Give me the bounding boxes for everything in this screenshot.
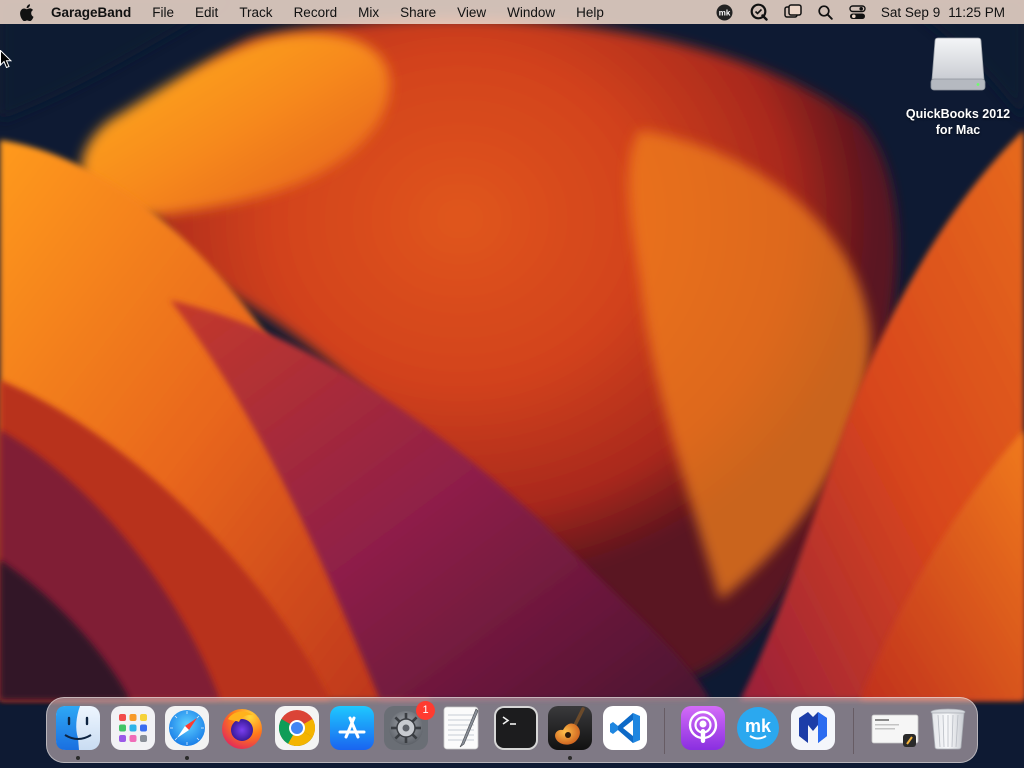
garageband-icon <box>548 706 592 750</box>
menu-window[interactable]: Window <box>507 5 555 20</box>
running-indicator <box>185 756 189 760</box>
finder-icon <box>56 706 100 750</box>
textedit-icon <box>443 706 479 750</box>
dock-item-textedit[interactable] <box>438 705 484 751</box>
desktop-wallpaper <box>0 0 1024 768</box>
dock-item-firefox[interactable] <box>219 705 265 751</box>
app-name-menu[interactable]: GarageBand <box>51 5 131 20</box>
menu-help[interactable]: Help <box>576 5 604 20</box>
dock-item-finder[interactable] <box>55 705 101 751</box>
dock-item-trash[interactable] <box>925 705 971 751</box>
svg-text:mk: mk <box>719 8 731 17</box>
dock-item-safari[interactable] <box>164 705 210 751</box>
menu-track[interactable]: Track <box>239 5 272 20</box>
mk-icon: mk <box>737 707 779 749</box>
desktop-item-label-line1: QuickBooks 2012 <box>905 107 1011 121</box>
app-store-icon <box>330 706 374 750</box>
desktop-item-label-line2: for Mac <box>935 123 981 137</box>
menu-file[interactable]: File <box>152 5 174 20</box>
menu-view[interactable]: View <box>457 5 486 20</box>
screen-mirroring-icon[interactable] <box>783 0 803 24</box>
dock: 1 mk <box>46 697 978 763</box>
firefox-icon <box>222 709 262 749</box>
dock-item-terminal[interactable] <box>493 705 539 751</box>
dock-item-system-settings[interactable]: 1 <box>383 701 435 751</box>
vscode-icon <box>603 706 647 750</box>
dock-separator <box>853 708 854 754</box>
external-disk-icon[interactable] <box>928 34 988 94</box>
dock-item-podcasts[interactable] <box>680 705 726 751</box>
dock-item-garageband[interactable] <box>547 705 593 751</box>
downloads-stack-icon <box>871 714 919 747</box>
clock-date: Sat Sep 9 <box>880 4 941 20</box>
dock-item-vscode[interactable] <box>602 705 648 751</box>
podcasts-icon <box>681 706 725 750</box>
launchpad-icon <box>111 706 155 750</box>
menu-mix[interactable]: Mix <box>358 5 379 20</box>
apple-logo-icon[interactable] <box>19 3 35 21</box>
dock-separator <box>664 708 665 754</box>
qsearch-icon[interactable] <box>749 0 769 24</box>
dock-item-downloads[interactable] <box>869 705 919 751</box>
spotlight-search-icon[interactable] <box>817 0 835 24</box>
mouse-pointer-icon <box>0 49 13 75</box>
malwarebytes-icon <box>791 706 835 750</box>
control-center-icon[interactable] <box>849 0 867 24</box>
desktop-item-label: QuickBooks 2012 for Mac <box>896 106 1020 138</box>
svg-text:mk: mk <box>745 716 772 736</box>
desktop-item-quickbooks-disk[interactable]: QuickBooks 2012 for Mac <box>896 34 1020 138</box>
dock-item-malwarebytes[interactable] <box>790 705 836 751</box>
trash-icon <box>930 708 966 750</box>
dock-item-launchpad[interactable] <box>110 705 156 751</box>
dock-item-app-store[interactable] <box>329 705 375 751</box>
clock-time: 11:25 PM <box>948 4 1005 20</box>
menu-share[interactable]: Share <box>400 5 436 20</box>
menu-record[interactable]: Record <box>294 5 338 20</box>
menu-bar: GarageBand File Edit Track Record Mix Sh… <box>0 0 1024 24</box>
chrome-icon <box>275 706 319 750</box>
mk-app-icon[interactable]: mk <box>715 0 735 24</box>
dock-item-chrome[interactable] <box>274 705 320 751</box>
status-area: mk Sat Sep 9 11:25 PM <box>715 0 1024 24</box>
terminal-icon <box>494 706 538 750</box>
safari-icon <box>165 706 209 750</box>
running-indicator <box>76 756 80 760</box>
running-indicator <box>568 756 572 760</box>
menu-edit[interactable]: Edit <box>195 5 218 20</box>
menu-bar-clock[interactable]: Sat Sep 9 11:25 PM <box>881 5 1005 20</box>
notification-badge: 1 <box>416 701 435 720</box>
dock-item-mk[interactable]: mk <box>735 705 781 751</box>
